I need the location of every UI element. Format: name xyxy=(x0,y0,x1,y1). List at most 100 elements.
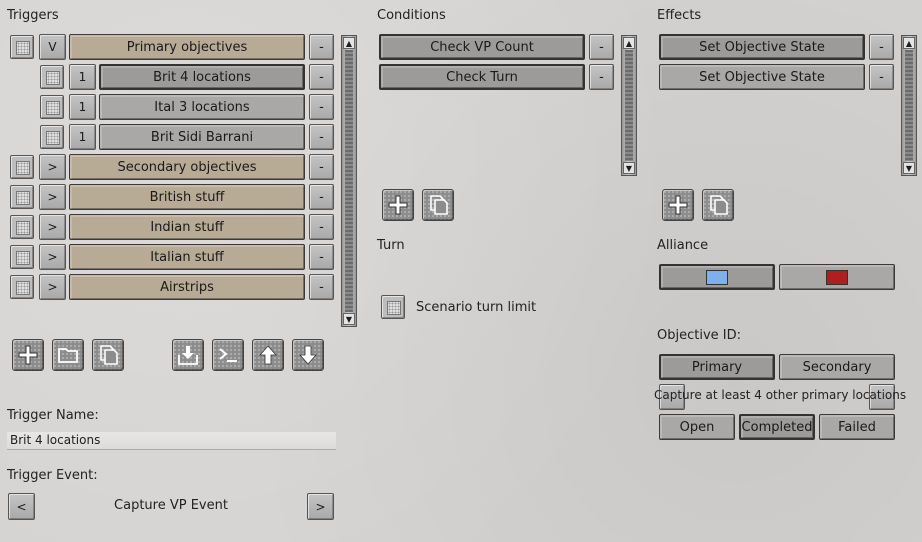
alliance-header: Alliance xyxy=(657,238,709,253)
trigger-event-label: Trigger Event: xyxy=(7,468,98,483)
trigger-enable-checkbox[interactable] xyxy=(10,35,34,59)
remove-effect-button[interactable]: - xyxy=(869,64,894,90)
remove-trigger-button[interactable]: - xyxy=(309,214,334,240)
console-icon xyxy=(219,348,237,362)
scroll-down-icon[interactable]: ▼ xyxy=(903,162,915,174)
scroll-up-icon[interactable]: ▲ xyxy=(903,37,915,49)
conditions-scrollbar[interactable]: ▲ ▼ xyxy=(621,35,637,176)
import-icon xyxy=(178,346,198,365)
scroll-down-icon[interactable]: ▼ xyxy=(623,162,635,174)
trigger-name-label: Trigger Name: xyxy=(7,408,99,423)
trigger-expand-toggle[interactable]: > xyxy=(39,274,66,300)
remove-trigger-button[interactable]: - xyxy=(309,94,334,120)
add-effect-button[interactable] xyxy=(662,189,694,221)
alliance-color-swatch xyxy=(826,269,848,285)
remove-trigger-button[interactable]: - xyxy=(309,64,334,90)
effects-scrollbar[interactable]: ▲ ▼ xyxy=(901,35,917,176)
remove-trigger-button[interactable]: - xyxy=(309,244,334,270)
add-trigger-button[interactable] xyxy=(12,339,44,371)
trigger-enable-checkbox[interactable] xyxy=(10,185,34,209)
remove-trigger-button[interactable]: - xyxy=(309,34,334,60)
alliance-axis-button[interactable] xyxy=(779,264,895,290)
scroll-track[interactable] xyxy=(345,50,353,312)
trigger-order-badge[interactable]: 1 xyxy=(69,94,96,120)
scroll-track[interactable] xyxy=(905,50,913,161)
objective-description: Capture at least 4 other primary locatio… xyxy=(654,388,907,402)
copy-condition-button[interactable] xyxy=(422,189,454,221)
add-condition-button[interactable] xyxy=(382,189,414,221)
trigger-group[interactable]: Airstrips xyxy=(69,274,305,300)
trigger-event-prev-button[interactable]: < xyxy=(8,493,35,520)
condition-item[interactable]: Check Turn xyxy=(379,64,585,90)
objective-primary-button[interactable]: Primary xyxy=(659,354,775,380)
scroll-up-icon[interactable]: ▲ xyxy=(343,37,355,49)
objective-state-failed-button[interactable]: Failed xyxy=(819,414,895,440)
copy-trigger-button[interactable] xyxy=(92,339,124,371)
arrow-down-icon xyxy=(299,345,317,365)
move-up-button[interactable] xyxy=(252,339,284,371)
trigger-group[interactable]: Italian stuff xyxy=(69,244,305,270)
trigger-order-badge[interactable]: 1 xyxy=(69,124,96,150)
trigger-enable-checkbox[interactable] xyxy=(10,245,34,269)
add-icon xyxy=(668,195,688,215)
trigger-item[interactable]: Brit 4 locations xyxy=(99,64,305,90)
remove-trigger-button[interactable]: - xyxy=(309,184,334,210)
effect-item[interactable]: Set Objective State xyxy=(659,64,865,90)
scroll-down-icon[interactable]: ▼ xyxy=(343,313,355,325)
condition-item[interactable]: Check VP Count xyxy=(379,34,585,60)
trigger-expand-toggle[interactable]: > xyxy=(39,184,66,210)
effects-header: Effects xyxy=(657,8,702,23)
trigger-group[interactable]: Indian stuff xyxy=(69,214,305,240)
remove-trigger-button[interactable]: - xyxy=(309,274,334,300)
trigger-enable-checkbox[interactable] xyxy=(40,65,64,89)
scroll-track[interactable] xyxy=(625,50,633,161)
trigger-expand-toggle[interactable]: > xyxy=(39,244,66,270)
folder-icon xyxy=(58,348,78,363)
objective-secondary-button[interactable]: Secondary xyxy=(779,354,895,380)
copy-icon xyxy=(710,195,728,215)
trigger-event-next-button[interactable]: > xyxy=(307,493,334,520)
scenario-turn-limit-label: Scenario turn limit xyxy=(416,300,537,315)
trigger-enable-checkbox[interactable] xyxy=(10,155,34,179)
objective-state-completed-button[interactable]: Completed xyxy=(739,414,815,440)
copy-icon xyxy=(100,345,118,365)
trigger-enable-checkbox[interactable] xyxy=(10,215,34,239)
trigger-group[interactable]: British stuff xyxy=(69,184,305,210)
trigger-enable-checkbox[interactable] xyxy=(40,95,64,119)
remove-trigger-button[interactable]: - xyxy=(309,124,334,150)
trigger-expand-toggle[interactable]: > xyxy=(39,154,66,180)
objective-state-open-button[interactable]: Open xyxy=(659,414,735,440)
trigger-expand-toggle[interactable]: > xyxy=(39,214,66,240)
alliance-allies-button[interactable] xyxy=(659,264,775,290)
remove-condition-button[interactable]: - xyxy=(589,34,614,60)
import-button[interactable] xyxy=(172,339,204,371)
turn-header: Turn xyxy=(377,238,405,253)
trigger-expand-toggle[interactable]: V xyxy=(39,34,66,60)
conditions-header: Conditions xyxy=(377,8,446,23)
scroll-up-icon[interactable]: ▲ xyxy=(623,37,635,49)
trigger-group[interactable]: Primary objectives xyxy=(69,34,305,60)
trigger-item[interactable]: Ital 3 locations xyxy=(99,94,305,120)
trigger-enable-checkbox[interactable] xyxy=(40,125,64,149)
copy-effect-button[interactable] xyxy=(702,189,734,221)
scenario-turn-limit-checkbox[interactable] xyxy=(381,295,405,319)
trigger-enable-checkbox[interactable] xyxy=(10,275,34,299)
objective-id-header: Objective ID: xyxy=(657,328,741,343)
alliance-color-swatch xyxy=(706,269,728,285)
triggers-scrollbar[interactable]: ▲ ▼ xyxy=(341,35,357,327)
copy-icon xyxy=(430,195,448,215)
add-folder-button[interactable] xyxy=(52,339,84,371)
effect-item[interactable]: Set Objective State xyxy=(659,34,865,60)
remove-trigger-button[interactable]: - xyxy=(309,154,334,180)
trigger-order-badge[interactable]: 1 xyxy=(69,64,96,90)
console-button[interactable] xyxy=(212,339,244,371)
trigger-item[interactable]: Brit Sidi Barrani xyxy=(99,124,305,150)
remove-effect-button[interactable]: - xyxy=(869,34,894,60)
trigger-group[interactable]: Secondary objectives xyxy=(69,154,305,180)
move-down-button[interactable] xyxy=(292,339,324,371)
add-icon xyxy=(18,345,38,365)
remove-condition-button[interactable]: - xyxy=(589,64,614,90)
arrow-up-icon xyxy=(259,345,277,365)
triggers-header: Triggers xyxy=(7,8,59,23)
trigger-name-input[interactable]: Brit 4 locations xyxy=(7,432,336,450)
